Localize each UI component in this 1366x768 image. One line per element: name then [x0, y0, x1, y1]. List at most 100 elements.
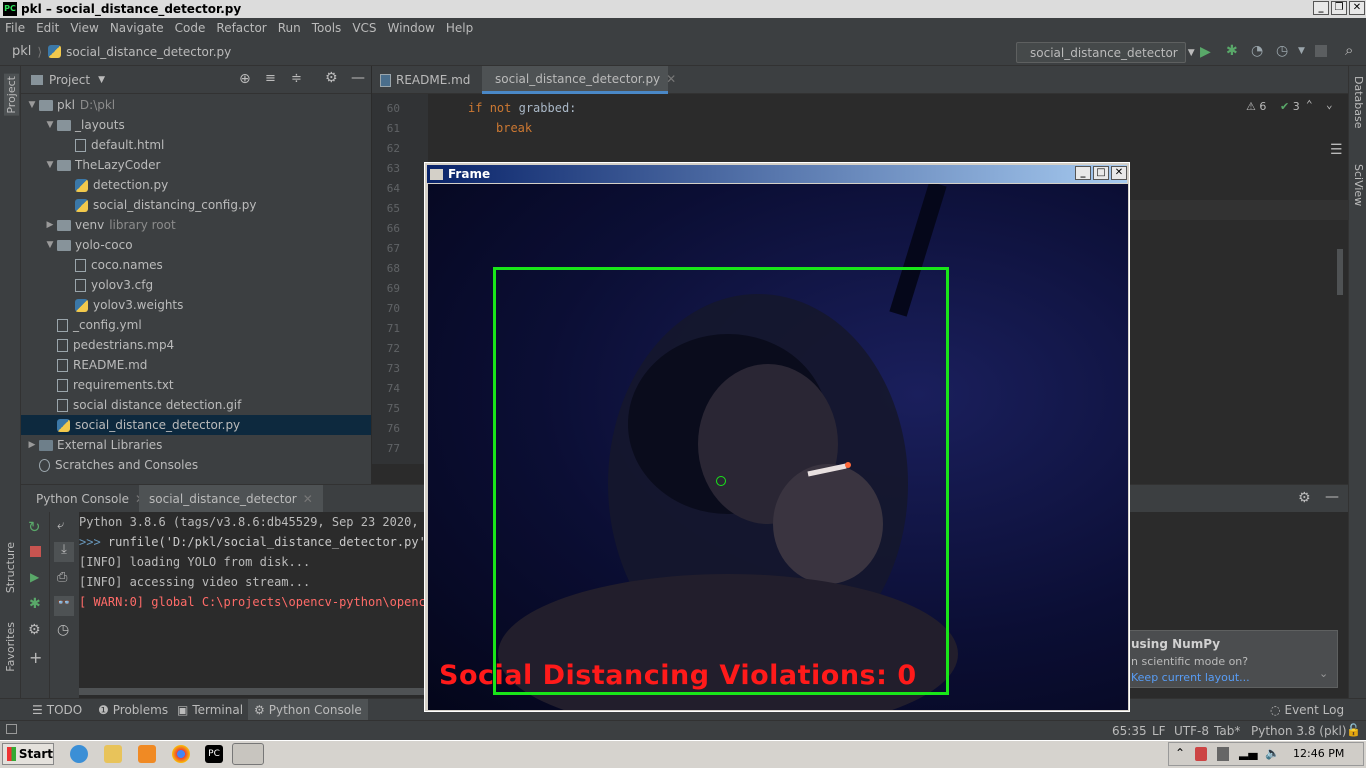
indent-setting[interactable]: Tab* — [1214, 724, 1240, 738]
stripe-sciview-tab[interactable]: SciView — [1352, 164, 1365, 206]
frame-minimize-button[interactable]: _ — [1075, 166, 1091, 180]
stop-icon[interactable] — [1315, 45, 1327, 57]
chevron-down-icon[interactable]: ▼ — [43, 160, 57, 170]
tip-popup[interactable]: using NumPy n scientific mode on? Keep c… — [1128, 630, 1338, 688]
checks-indicator[interactable]: ✔ 3 — [1280, 100, 1300, 113]
tool-problems[interactable]: ❶ Problems — [92, 699, 174, 721]
debug-icon[interactable]: ✱ — [29, 596, 41, 612]
close-tab-icon[interactable]: ✕ — [666, 72, 676, 86]
chevron-right-icon[interactable]: ▶ — [43, 220, 57, 230]
tree-item[interactable]: ▼ pkl D:\pkl — [21, 95, 371, 115]
chevron-right-icon[interactable]: ▶ — [25, 440, 39, 450]
internet-explorer-icon[interactable] — [70, 745, 88, 763]
collapse-all-icon[interactable]: ≑ — [291, 71, 302, 86]
caret-position[interactable]: 65:35 — [1112, 724, 1147, 738]
tip-link[interactable]: Keep current layout... — [1131, 671, 1250, 684]
python-interpreter[interactable]: Python 3.8 (pkl) — [1251, 724, 1347, 738]
tree-item[interactable]: coco.names — [21, 255, 371, 275]
expand-all-icon[interactable]: ≡ — [265, 71, 276, 86]
debug-icon[interactable]: ✱ — [1226, 43, 1238, 59]
menu-window[interactable]: Window — [383, 21, 441, 35]
menu-view[interactable]: View — [65, 21, 104, 35]
frame-maximize-button[interactable]: □ — [1093, 166, 1109, 180]
toggle-tool-windows-icon[interactable] — [6, 724, 17, 734]
chrome-icon[interactable] — [172, 745, 190, 763]
hamburger-menu-icon[interactable]: ☰ — [1330, 142, 1343, 158]
tray-device-icon[interactable] — [1217, 747, 1229, 761]
stripe-project-tab[interactable]: Project — [4, 74, 19, 116]
console-scrollbar[interactable] — [79, 688, 429, 695]
tree-item[interactable]: social_distance_detector.py — [21, 415, 371, 435]
soft-wrap-icon[interactable]: ⤶ — [57, 518, 64, 533]
more-run-options-icon[interactable]: ▼ — [1298, 46, 1305, 56]
next-highlight-icon[interactable]: ⌄ — [1326, 98, 1333, 111]
menu-edit[interactable]: Edit — [31, 21, 65, 35]
breadcrumb-project[interactable]: pkl — [12, 44, 31, 59]
restore-button[interactable]: ❐ — [1331, 1, 1347, 15]
tree-item[interactable]: yolov3.cfg — [21, 275, 371, 295]
menu-navigate[interactable]: Navigate — [105, 21, 170, 35]
stripe-structure-tab[interactable]: Structure — [4, 542, 17, 593]
file-encoding[interactable]: UTF-8 — [1174, 724, 1209, 738]
profile-icon[interactable]: ◷ — [1276, 43, 1288, 59]
hide-panel-icon[interactable]: — — [351, 70, 365, 86]
gear-icon[interactable]: ⚙ — [325, 70, 338, 86]
tree-item[interactable]: ▼ _layouts — [21, 115, 371, 135]
tool-terminal[interactable]: ▣ Terminal — [171, 699, 249, 721]
close-tab-icon[interactable]: ✕ — [303, 492, 313, 506]
editor-scrollbar-thumb[interactable] — [1337, 249, 1343, 295]
tree-item[interactable]: requirements.txt — [21, 375, 371, 395]
scroll-to-end-icon[interactable]: ⤓ — [54, 542, 74, 562]
hide-panel-icon[interactable]: — — [1325, 489, 1339, 505]
menu-help[interactable]: Help — [441, 21, 479, 35]
tool-event-log[interactable]: ◌ Event Log — [1264, 699, 1350, 721]
clock[interactable]: 12:46 PM — [1293, 747, 1344, 760]
tree-item[interactable]: ▼ yolo-coco — [21, 235, 371, 255]
frame-title-bar[interactable]: Frame _ □ ✕ — [427, 165, 1127, 183]
tool-todo[interactable]: ☰ TODO — [26, 699, 88, 721]
frame-close-button[interactable]: ✕ — [1111, 166, 1127, 180]
tree-item[interactable]: default.html — [21, 135, 371, 155]
breadcrumb-file[interactable]: social_distance_detector.py — [66, 45, 231, 59]
history-icon[interactable]: ◷ — [57, 622, 69, 638]
gear-icon[interactable]: ⚙ — [1298, 490, 1311, 506]
run-configuration-select[interactable]: social_distance_detector ▼ — [1016, 42, 1195, 63]
print-icon[interactable]: ⎙ — [57, 570, 67, 585]
tab-run-console[interactable]: social_distance_detector ✕ — [139, 485, 323, 513]
menu-vcs[interactable]: VCS — [347, 21, 382, 35]
previous-highlight-icon[interactable]: ⌃ — [1306, 98, 1313, 111]
locate-file-icon[interactable]: ⊕ — [239, 71, 251, 87]
minimize-button[interactable]: _ — [1313, 1, 1329, 15]
lock-icon[interactable]: 🔓 — [1346, 723, 1361, 737]
menu-code[interactable]: Code — [170, 21, 212, 35]
menu-tools[interactable]: Tools — [307, 21, 348, 35]
start-button[interactable]: Start — [2, 743, 54, 765]
search-everywhere-icon[interactable]: ⌕ — [1345, 41, 1353, 59]
rerun-icon[interactable]: ↻ — [28, 518, 41, 536]
tree-item[interactable]: ▼ TheLazyCoder — [21, 155, 371, 175]
tree-item[interactable]: detection.py — [21, 175, 371, 195]
tab-social-distance-detector[interactable]: social_distance_detector.py ✕ — [482, 66, 676, 94]
run-icon[interactable]: ▶ — [30, 570, 39, 584]
gear-icon[interactable]: ⚙ — [28, 622, 41, 638]
coverage-icon[interactable]: ◔ — [1251, 43, 1263, 59]
tab-python-console[interactable]: Python Console ✕ — [26, 485, 155, 513]
line-separator[interactable]: LF — [1152, 724, 1166, 738]
stripe-database-tab[interactable]: Database — [1352, 76, 1365, 129]
media-player-icon[interactable] — [138, 745, 156, 763]
add-icon[interactable]: + — [29, 648, 42, 667]
file-explorer-icon[interactable] — [104, 745, 122, 763]
tree-item[interactable]: social distance detection.gif — [21, 395, 371, 415]
chevron-down-icon[interactable]: ▼ — [43, 120, 57, 130]
menu-run[interactable]: Run — [273, 21, 307, 35]
tree-item[interactable]: pedestrians.mp4 — [21, 335, 371, 355]
chevron-down-icon[interactable]: ▼ — [25, 100, 39, 110]
warnings-indicator[interactable]: ⚠ 6 — [1246, 100, 1266, 113]
chevron-down-icon[interactable]: ▼ — [98, 75, 105, 85]
tray-expand-icon[interactable]: ⌃ — [1175, 746, 1185, 760]
stripe-favorites-tab[interactable]: Favorites — [4, 622, 17, 672]
tree-item[interactable]: yolov3.weights — [21, 295, 371, 315]
tool-python-console[interactable]: ⚙ Python Console — [248, 699, 368, 721]
tree-item[interactable]: ▶ venv library root — [21, 215, 371, 235]
tray-network-icon[interactable] — [1195, 747, 1207, 761]
